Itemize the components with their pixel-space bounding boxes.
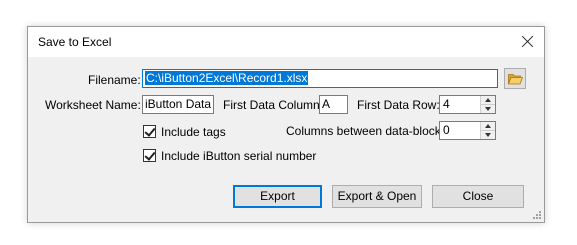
- columns-between-spin-buttons: [480, 122, 495, 139]
- resize-grip-icon[interactable]: [532, 210, 542, 220]
- title-bar: Save to Excel: [28, 27, 544, 57]
- include-serial-label[interactable]: Include iButton serial number: [161, 149, 316, 163]
- spin-up-icon[interactable]: [481, 122, 495, 131]
- close-icon[interactable]: [510, 27, 544, 57]
- first-data-column-value: A: [322, 97, 331, 111]
- columns-between-value: 0: [443, 123, 450, 137]
- include-tags-label[interactable]: Include tags: [161, 125, 226, 139]
- first-data-column-label: First Data Column:: [223, 98, 324, 112]
- spin-down-icon[interactable]: [481, 105, 495, 113]
- open-folder-icon: [508, 74, 523, 85]
- spin-down-icon[interactable]: [481, 131, 495, 139]
- worksheet-name-input[interactable]: iButton Data: [142, 95, 214, 114]
- spin-up-icon[interactable]: [481, 96, 495, 105]
- first-data-row-spin-buttons: [480, 96, 495, 113]
- columns-between-label: Columns between data-blocks:: [286, 124, 451, 138]
- worksheet-name-label: Worksheet Name:: [45, 98, 141, 112]
- first-data-row-label: First Data Row:: [357, 98, 440, 112]
- filename-input[interactable]: C:\iButton2Excel\Record1.xlsx: [142, 69, 498, 88]
- columns-between-stepper[interactable]: 0: [439, 121, 496, 140]
- filename-value: C:\iButton2Excel\Record1.xlsx: [145, 71, 309, 85]
- save-to-excel-dialog: Save to Excel Filename: C:\iButton2Excel…: [27, 26, 545, 223]
- export-button[interactable]: Export: [233, 185, 322, 208]
- first-data-row-value: 4: [443, 97, 450, 111]
- close-button[interactable]: Close: [432, 185, 524, 208]
- window-title: Save to Excel: [38, 35, 112, 49]
- filename-label: Filename:: [88, 73, 141, 87]
- browse-button[interactable]: [504, 68, 526, 89]
- include-tags-checkbox[interactable]: [143, 125, 156, 138]
- worksheet-name-value: iButton Data: [145, 97, 212, 111]
- include-serial-checkbox[interactable]: [143, 149, 156, 162]
- first-data-row-stepper[interactable]: 4: [439, 95, 496, 114]
- export-open-button[interactable]: Export & Open: [332, 185, 422, 208]
- first-data-column-input[interactable]: A: [319, 95, 348, 114]
